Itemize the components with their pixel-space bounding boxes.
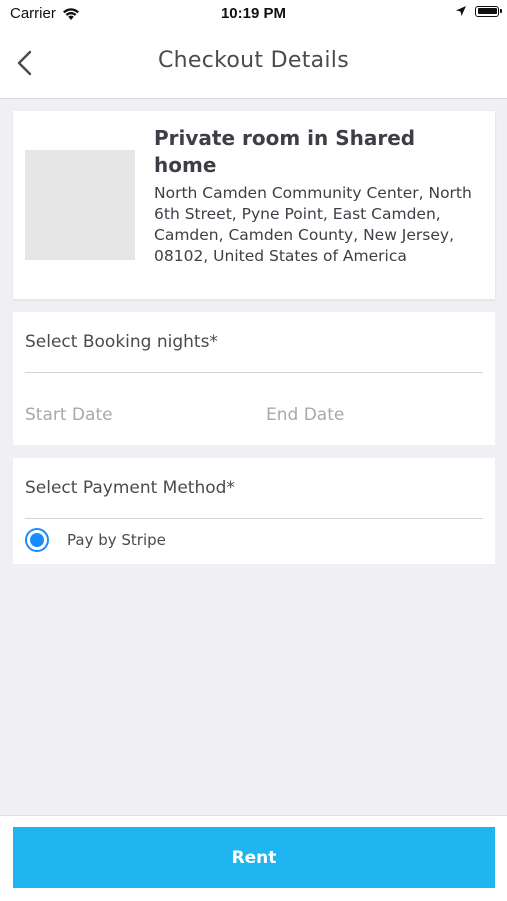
payment-method-section: Select Payment Method* Pay by Stripe: [13, 458, 495, 564]
listing-thumbnail: [25, 150, 135, 260]
start-date-field[interactable]: Start Date: [25, 405, 113, 425]
pay-by-stripe-option[interactable]: Pay by Stripe: [25, 528, 166, 552]
listing-card: Private room in Shared home North Camden…: [13, 111, 495, 299]
page-title: Checkout Details: [158, 48, 349, 73]
radio-selected-dot: [30, 533, 44, 547]
location-arrow-icon: [456, 6, 466, 16]
footer-bar: Rent: [0, 815, 507, 901]
status-time: 10:19 PM: [220, 5, 287, 22]
listing-address: North Camden Community Center, North 6th…: [154, 184, 472, 265]
status-bar: Carrier 10:19 PM: [0, 0, 507, 28]
divider: [25, 372, 483, 373]
pay-by-stripe-label: Pay by Stripe: [67, 531, 166, 549]
status-right: [455, 5, 502, 17]
navigation-bar: Checkout Details: [0, 28, 507, 99]
booking-nights-section: Select Booking nights* Start Date End Da…: [13, 312, 495, 445]
battery-icon: [475, 5, 502, 17]
divider: [25, 518, 483, 519]
listing-title: Private room in Shared home: [154, 126, 416, 177]
rent-button[interactable]: Rent: [13, 827, 495, 888]
end-date-field[interactable]: End Date: [266, 405, 344, 425]
payment-method-label: Select Payment Method*: [25, 478, 235, 498]
booking-nights-label: Select Booking nights*: [25, 332, 218, 352]
radio-button[interactable]: [25, 528, 49, 552]
